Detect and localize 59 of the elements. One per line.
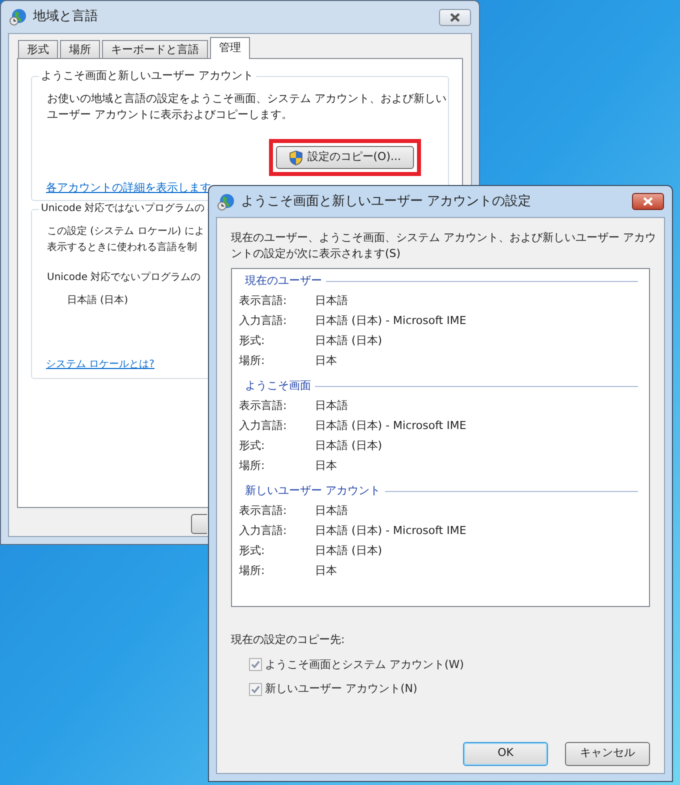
setting-value: 日本語 [315, 398, 348, 414]
section-heading: ようこそ画面 [245, 378, 311, 394]
setting-label: 場所: [239, 458, 266, 474]
window-title: 地域と言語 [33, 8, 99, 26]
intro-text: 現在のユーザー、ようこそ画面、システム アカウント、および新しいユーザー アカウントの設定が次に表示されます(S) [231, 230, 657, 262]
close-icon [643, 197, 653, 206]
dialog-button[interactable]: OK [463, 742, 548, 766]
account-details-link[interactable]: 各アカウントの詳細を表示します [46, 180, 211, 196]
setting-value: 日本 [315, 458, 337, 474]
copy-to-label: 現在の設定のコピー先: [231, 632, 346, 648]
setting-label: 場所: [239, 562, 266, 578]
group-title: ようこそ画面と新しいユーザー アカウント [39, 69, 256, 83]
setting-label: 形式: [239, 332, 266, 348]
setting-value: 日本 [315, 562, 337, 578]
setting-value: 日本語 (日本) - Microsoft IME [315, 312, 466, 328]
tab[interactable]: 管理 [210, 37, 250, 59]
setting-label: 入力言語: [239, 418, 288, 434]
setting-value: 日本語 (日本) [315, 332, 382, 348]
description-text: この設定 (システム ロケール) によ [47, 224, 204, 239]
globe-icon [9, 8, 27, 26]
close-icon [450, 12, 460, 22]
setting-label: 入力言語: [239, 312, 288, 328]
dialog-title: ようこそ画面と新しいユーザー アカウントの設定 [241, 192, 532, 211]
setting-value: 日本語 [315, 292, 348, 308]
setting-value: 日本 [315, 352, 337, 368]
tab[interactable]: 形式 [18, 40, 58, 58]
system-locale-link[interactable]: システム ロケールとは? [46, 357, 154, 372]
tab[interactable]: 場所 [60, 40, 100, 58]
setting-value: 日本語 (日本) - Microsoft IME [315, 418, 466, 434]
copy-settings-button[interactable]: 設定のコピー(O)... [276, 146, 414, 169]
setting-label: 形式: [239, 542, 266, 558]
checkbox-label: 新しいユーザー アカウント(N) [265, 681, 418, 697]
close-button[interactable] [632, 193, 664, 210]
setting-label: 形式: [239, 438, 266, 454]
section-heading: 現在のユーザー [245, 272, 322, 289]
tab[interactable]: キーボードと言語 [102, 40, 208, 58]
check-icon [251, 660, 260, 670]
checkbox-label: ようこそ画面とシステム アカウント(W) [265, 656, 464, 672]
setting-value: 日本語 (日本) - Microsoft IME [315, 522, 466, 538]
close-button[interactable] [439, 8, 471, 26]
setting-value: 日本語 [315, 502, 348, 518]
dialog-button[interactable] [191, 514, 207, 534]
setting-value: 日本語 (日本) [315, 542, 382, 558]
shield-icon [289, 150, 304, 166]
group-title: Unicode 対応ではないプログラムの [39, 202, 207, 216]
description-text: お使いの地域と言語の設定をようこそ画面、システム アカウント、および新しいユーザー アカウントに表示およびコピーします。 [47, 91, 447, 123]
check-icon [251, 684, 260, 694]
section-heading: 新しいユーザー アカウント [245, 482, 380, 499]
description-text: 表示するときに使われる言語を制 [47, 240, 197, 255]
setting-label: 表示言語: [239, 292, 288, 308]
setting-label: 入力言語: [239, 522, 288, 538]
setting-label: 表示言語: [239, 398, 288, 414]
setting-label: 表示言語: [239, 502, 288, 518]
dialog-button[interactable]: キャンセル [565, 742, 650, 766]
setting-value: 日本語 (日本) [315, 438, 382, 454]
globe-icon [217, 192, 235, 210]
current-locale-value: 日本語 (日本) [67, 294, 128, 308]
setting-label: 場所: [239, 352, 266, 368]
current-locale-label: Unicode 対応でないプログラムの [47, 270, 201, 285]
